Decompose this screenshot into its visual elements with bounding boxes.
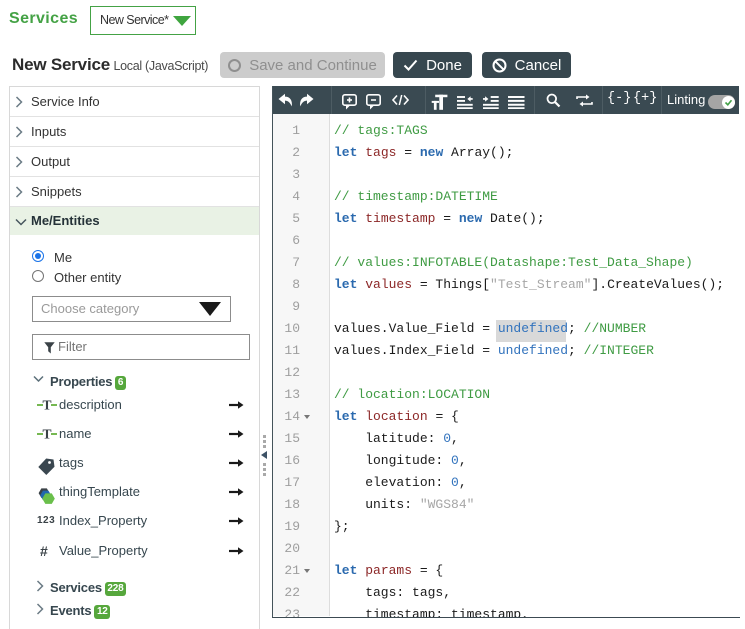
svg-text:T: T bbox=[42, 427, 51, 441]
svg-text:T: T bbox=[42, 398, 51, 412]
